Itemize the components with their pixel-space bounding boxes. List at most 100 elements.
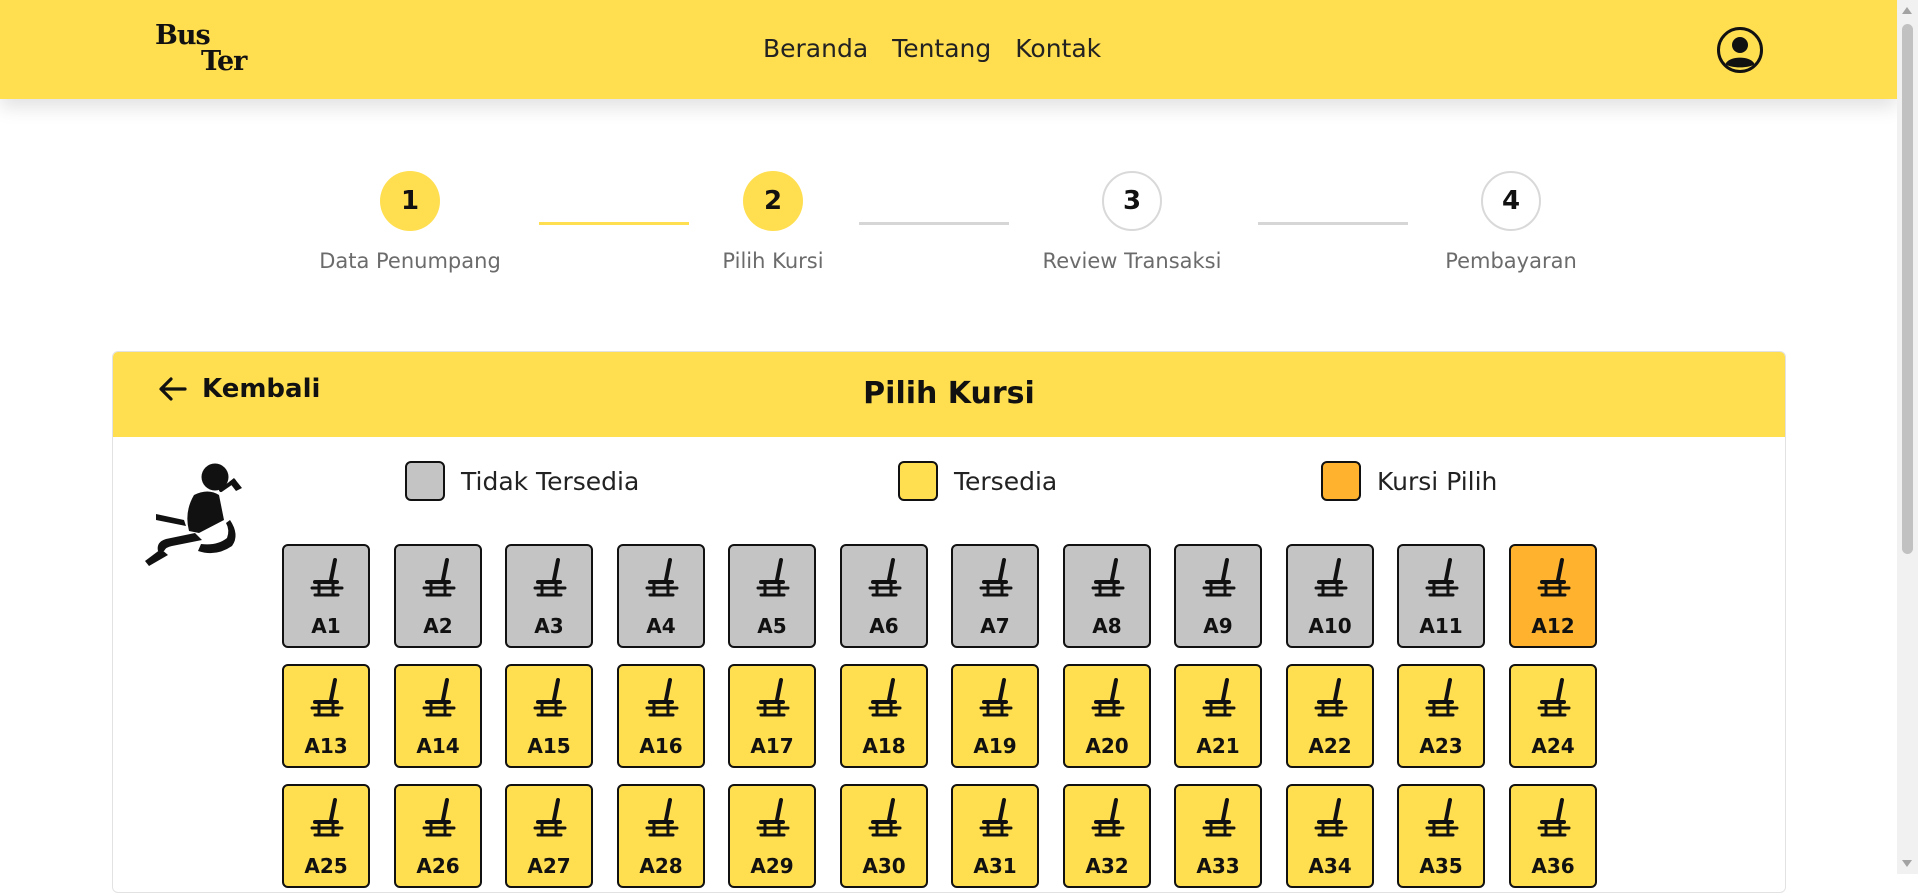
seat-a5[interactable]: A5 (728, 544, 816, 648)
legend-selected: Kursi Pilih (1321, 461, 1497, 501)
seat-a27[interactable]: A27 (505, 784, 593, 888)
seat-a30[interactable]: A30 (840, 784, 928, 888)
legend-label-available: Tersedia (954, 466, 1058, 496)
seat-icon (979, 798, 1013, 837)
seat-label: A13 (304, 734, 348, 758)
back-button[interactable]: Kembali (158, 374, 320, 404)
seat-a14[interactable]: A14 (394, 664, 482, 768)
legend-swatch-available (898, 461, 938, 501)
seat-a28[interactable]: A28 (617, 784, 705, 888)
seat-label: A25 (304, 854, 348, 878)
step-4-circle: 4 (1481, 171, 1541, 231)
seat-icon (1091, 558, 1125, 597)
seat-a24[interactable]: A24 (1509, 664, 1597, 768)
seat-a16[interactable]: A16 (617, 664, 705, 768)
seat-label: A16 (639, 734, 683, 758)
legend-swatch-unavailable (405, 461, 445, 501)
seat-a2[interactable]: A2 (394, 544, 482, 648)
seat-icon (1091, 678, 1125, 717)
seat-icon (533, 558, 567, 597)
seat-a13[interactable]: A13 (282, 664, 370, 768)
legend-unavailable: Tidak Tersedia (405, 461, 639, 501)
seat-label: A19 (973, 734, 1017, 758)
step-2-circle: 2 (743, 171, 803, 231)
seat-a20[interactable]: A20 (1063, 664, 1151, 768)
seat-icon (868, 558, 902, 597)
seat-a11[interactable]: A11 (1397, 544, 1485, 648)
seat-icon (310, 678, 344, 717)
seat-label: A35 (1419, 854, 1463, 878)
legend-label-selected: Kursi Pilih (1377, 466, 1498, 496)
nav-link-kontak[interactable]: Kontak (1015, 34, 1101, 63)
nav-link-tentang[interactable]: Tentang (892, 34, 991, 63)
scroll-thumb[interactable] (1902, 24, 1913, 554)
scroll-down-arrow-icon[interactable] (1902, 860, 1912, 867)
legend-label-unavailable: Tidak Tersedia (461, 466, 640, 496)
seat-label: A9 (1203, 614, 1233, 638)
seat-label: A2 (423, 614, 453, 638)
seat-a8[interactable]: A8 (1063, 544, 1151, 648)
navbar: Bus Ter Beranda Tentang Kontak (0, 0, 1897, 99)
legend-available: Tersedia (898, 461, 1057, 501)
seat-icon (1425, 558, 1459, 597)
seat-icon (533, 798, 567, 837)
seat-label: A27 (527, 854, 571, 878)
seat-icon (1537, 678, 1571, 717)
seat-a15[interactable]: A15 (505, 664, 593, 768)
seat-icon (1202, 558, 1236, 597)
seat-icon (756, 558, 790, 597)
seat-label: A36 (1531, 854, 1575, 878)
seat-a32[interactable]: A32 (1063, 784, 1151, 888)
seat-a10[interactable]: A10 (1286, 544, 1374, 648)
seat-a12[interactable]: A12 (1509, 544, 1597, 648)
step-2-label: Pilih Kursi (722, 249, 824, 273)
seat-a21[interactable]: A21 (1174, 664, 1262, 768)
seat-a23[interactable]: A23 (1397, 664, 1485, 768)
seat-label: A20 (1085, 734, 1129, 758)
seat-label: A14 (416, 734, 460, 758)
back-button-label: Kembali (202, 374, 321, 404)
user-circle-icon[interactable] (1716, 26, 1764, 74)
seat-a17[interactable]: A17 (728, 664, 816, 768)
nav-links: Beranda Tentang Kontak (763, 34, 1101, 63)
seat-a3[interactable]: A3 (505, 544, 593, 648)
seat-a35[interactable]: A35 (1397, 784, 1485, 888)
step-connector-3-4 (1258, 222, 1408, 225)
page-scrollbar[interactable] (1897, 0, 1918, 874)
seat-a1[interactable]: A1 (282, 544, 370, 648)
bus-ter-logo[interactable]: Bus Ter (155, 22, 250, 78)
seat-icon (645, 678, 679, 717)
seat-icon (1314, 678, 1348, 717)
seat-a36[interactable]: A36 (1509, 784, 1597, 888)
seat-label: A3 (534, 614, 564, 638)
seat-a29[interactable]: A29 (728, 784, 816, 888)
seat-a6[interactable]: A6 (840, 544, 928, 648)
seat-a22[interactable]: A22 (1286, 664, 1374, 768)
seat-a4[interactable]: A4 (617, 544, 705, 648)
seat-label: A4 (646, 614, 676, 638)
seat-label: A12 (1531, 614, 1575, 638)
seat-icon (1537, 798, 1571, 837)
seat-label: A26 (416, 854, 460, 878)
driver-seat-icon (145, 463, 242, 566)
card-header: Kembali Pilih Kursi (113, 352, 1785, 437)
seat-a25[interactable]: A25 (282, 784, 370, 888)
seat-a31[interactable]: A31 (951, 784, 1039, 888)
seat-label: A6 (869, 614, 899, 638)
seat-a7[interactable]: A7 (951, 544, 1039, 648)
step-3-circle: 3 (1102, 171, 1162, 231)
seat-a26[interactable]: A26 (394, 784, 482, 888)
seat-a18[interactable]: A18 (840, 664, 928, 768)
seat-icon (645, 798, 679, 837)
seat-a19[interactable]: A19 (951, 664, 1039, 768)
seat-a9[interactable]: A9 (1174, 544, 1262, 648)
scroll-up-arrow-icon[interactable] (1902, 7, 1912, 14)
seat-label: A28 (639, 854, 683, 878)
nav-link-beranda[interactable]: Beranda (763, 34, 868, 63)
seat-a33[interactable]: A33 (1174, 784, 1262, 888)
seat-icon (1202, 678, 1236, 717)
seat-label: A18 (862, 734, 906, 758)
seat-icon (422, 798, 456, 837)
seat-a34[interactable]: A34 (1286, 784, 1374, 888)
seat-label: A15 (527, 734, 571, 758)
